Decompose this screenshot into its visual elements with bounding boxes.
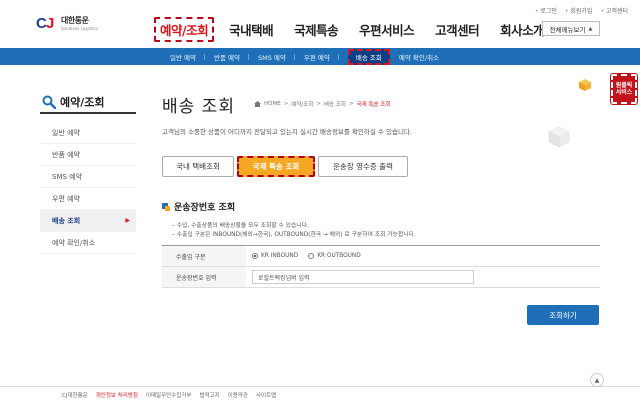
section-title: 운송장번호 조회	[162, 200, 235, 213]
footer-link[interactable]: CJ대한통운	[62, 391, 88, 399]
breadcrumb-home[interactable]: HOME	[264, 101, 281, 107]
tracking-form: 수출입 구분 KR INBOUND KR OUTBOUND 운송장번호 입력 로…	[162, 245, 600, 288]
search-icon	[42, 95, 56, 109]
badge-line: 원클릭	[615, 82, 633, 89]
breadcrumb-reservation[interactable]: 예약/조회	[291, 100, 313, 108]
breadcrumb: HOME > 예약/조회 > 배송 조회 > 국제 특송 조회	[254, 100, 390, 108]
site-header: CJ 대한통운 Solutions Logistics 로그인 회원가입 고객센…	[0, 0, 640, 48]
sub-nav: 일반 예약 반품 예약 SMS 예약 우편 예약 배송 조회 예약 확인/취소	[0, 48, 640, 65]
gnb-domestic[interactable]: 국내택배	[229, 20, 274, 42]
footer: CJ대한통운 개인정보 처리방침 이메일무단수집거부 법적고지 이용약관 사이트…	[0, 373, 640, 403]
footer-link[interactable]: 법적고지	[199, 391, 219, 399]
gnb-international[interactable]: 국제특송	[294, 20, 339, 42]
breadcrumb-tracking[interactable]: 배송 조회	[324, 100, 346, 108]
section-bullet-icon	[162, 202, 170, 211]
radio-kr-outbound[interactable]: KR OUTBOUND	[308, 253, 361, 259]
subnav-tracking[interactable]: 배송 조회	[347, 48, 390, 65]
footer-link[interactable]: 사이트맵	[256, 391, 276, 399]
sidebar-title: 예약/조회	[40, 92, 136, 114]
tracking-number-input[interactable]: 로컬트랙킹넘버 입력	[252, 270, 474, 284]
note-line: – 수출입 구분은 INBOUND(해외→한국), OUTBOUND(한국 → …	[172, 231, 416, 238]
logo-english: Solutions Logistics	[61, 26, 98, 31]
gnb-company[interactable]: 회사소개	[500, 20, 545, 42]
type-label: 수출입 구분	[162, 246, 246, 266]
tab-international-tracking[interactable]: 국제 특송 조회	[237, 156, 315, 177]
gnb-postal[interactable]: 우편서비스	[359, 20, 415, 42]
form-row-type: 수출입 구분 KR INBOUND KR OUTBOUND	[162, 246, 600, 267]
subnav-sms[interactable]: SMS 예약	[258, 52, 295, 62]
footer-link[interactable]: 이용약관	[228, 391, 248, 399]
radio-unchecked-icon	[308, 253, 315, 259]
footer-link[interactable]: 이메일무단수집거부	[146, 391, 192, 399]
sidebar-item-label: 우편 예약	[52, 194, 80, 203]
form-row-tracking: 운송장번호 입력 로컬트랙킹넘버 입력	[162, 267, 600, 288]
scroll-top-button[interactable]: ▲	[590, 373, 604, 387]
badge-line: 서비스	[615, 89, 633, 96]
sidebar-item-label: 반품 예약	[52, 150, 80, 159]
radio-label: KR INBOUND	[261, 253, 299, 259]
gnb-customer[interactable]: 고객센터	[435, 20, 480, 42]
sidebar-item-label: SMS 예약	[52, 172, 83, 181]
page-description: 고객님의 소중한 상품이 어디까지 전달되고 있는지 실시간 배송정보를 확인하…	[162, 128, 412, 136]
login-link[interactable]: 로그인	[535, 6, 557, 15]
sidebar-item-postal[interactable]: 우편 예약	[40, 188, 136, 210]
all-menu-button[interactable]: 전체메뉴보기 ▲	[542, 21, 600, 36]
cj-logo[interactable]: CJ 대한통운 Solutions Logistics	[36, 14, 98, 32]
subnav-postal[interactable]: 우편 예약	[304, 52, 339, 62]
all-menu-label: 전체메뉴보기	[549, 25, 586, 34]
sidebar-item-return[interactable]: 반품 예약	[40, 144, 136, 166]
tracking-tabs: 국내 택배조회 국제 특송 조회 운송장 영수증 출력	[162, 156, 411, 177]
radio-label: KR OUTBOUND	[317, 253, 361, 259]
global-nav: 예약/조회 국내택배 국제특송 우편서비스 고객센터 회사소개	[154, 17, 565, 42]
tracking-label: 운송장번호 입력	[162, 267, 246, 287]
sidebar-item-label: 배송 조회	[52, 216, 81, 225]
radio-kr-inbound[interactable]: KR INBOUND	[252, 253, 298, 259]
main-content: 배송 조회 HOME > 예약/조회 > 배송 조회 > 국제 특송 조회 고객님의 …	[162, 92, 602, 325]
footer-link-privacy[interactable]: 개인정보 처리방침	[96, 391, 138, 399]
cube-decoration-icon	[548, 126, 570, 148]
arrow-right-icon: ▶	[125, 217, 130, 224]
sidebar-item-label: 일반 예약	[52, 128, 80, 137]
caret-up-icon: ▲	[588, 25, 593, 32]
logo-korean: 대한통운	[61, 16, 89, 25]
sidebar-item-confirm-cancel[interactable]: 예약 확인/취소	[40, 232, 136, 254]
sidebar-title-text: 예약/조회	[60, 96, 105, 109]
one-click-service-badge[interactable]: 원클릭 서비스	[611, 74, 637, 104]
subnav-return[interactable]: 반품 예약	[214, 52, 249, 62]
subnav-confirm-cancel[interactable]: 예약 확인/취소	[399, 52, 448, 62]
section-title-text: 운송장번호 조회	[174, 203, 236, 213]
sidebar-item-label: 예약 확인/취소	[52, 238, 96, 247]
subnav-general[interactable]: 일반 예약	[170, 52, 205, 62]
tab-receipt-print[interactable]: 운송장 영수증 출력	[318, 156, 408, 177]
utility-links: 로그인 회원가입 고객센터	[535, 6, 628, 15]
gnb-reservation[interactable]: 예약/조회	[154, 17, 215, 42]
breadcrumb-current: 국제 특송 조회	[356, 102, 391, 108]
notes: – 수입, 수출상품의 배송상황을 모두 조회할 수 있습니다. – 수출입 구…	[172, 222, 416, 239]
home-icon	[254, 101, 261, 107]
sidebar: 예약/조회 일반 예약 반품 예약 SMS 예약 우편 예약 배송 조회 ▶ 예약…	[40, 92, 136, 254]
customer-center-link[interactable]: 고객센터	[600, 6, 628, 15]
cj-logo-mark: CJ	[36, 15, 55, 32]
sidebar-item-general[interactable]: 일반 예약	[40, 122, 136, 144]
search-button[interactable]: 조회하기	[527, 305, 599, 325]
signup-link[interactable]: 회원가입	[565, 6, 592, 15]
sidebar-item-tracking[interactable]: 배송 조회 ▶	[40, 210, 136, 232]
sidebar-item-sms[interactable]: SMS 예약	[40, 166, 136, 188]
note-line: – 수입, 수출상품의 배송상황을 모두 조회할 수 있습니다.	[172, 223, 309, 229]
cube-decoration-icon	[579, 79, 591, 91]
radio-checked-icon	[252, 253, 258, 259]
tab-domestic-tracking[interactable]: 국내 택배조회	[162, 156, 234, 177]
